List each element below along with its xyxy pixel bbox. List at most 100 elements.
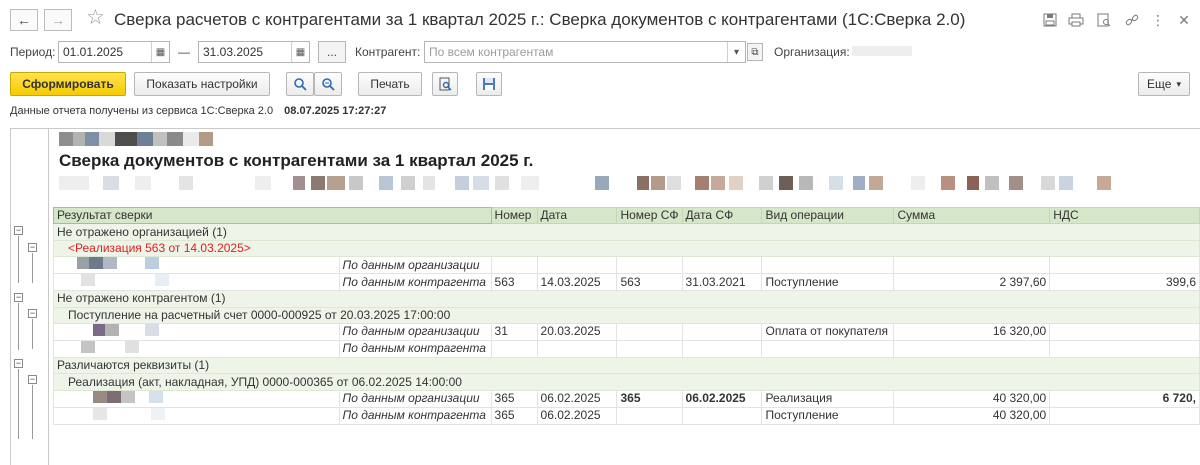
window-title: Сверка расчетов с контрагентами за 1 ква… <box>114 10 966 29</box>
tree-line <box>32 253 33 283</box>
collapse-doc-2[interactable]: − <box>28 309 37 318</box>
table-header: Результат сверки Номер Дата Номер СФ Дат… <box>53 206 1200 225</box>
table-row[interactable]: По данным организации 365 06.02.2025 365… <box>53 389 1200 408</box>
table-row[interactable]: По данным контрагента <box>53 339 1200 358</box>
collapse-doc-1[interactable]: − <box>28 243 37 252</box>
preview-icon[interactable] <box>1094 11 1114 29</box>
operation-cell: Оплата от покупателя <box>761 322 895 341</box>
collapse-group-2[interactable]: − <box>14 293 23 302</box>
more-icon[interactable]: ⋮ <box>1148 11 1168 29</box>
back-button[interactable]: ← <box>10 9 38 31</box>
sf-date-cell <box>681 406 763 425</box>
chevron-down-icon: ▾ <box>1176 78 1181 89</box>
sf-number-cell <box>616 256 683 275</box>
search-button[interactable] <box>286 72 314 96</box>
document-row[interactable]: Реализация (акт, накладная, УПД) 0000-00… <box>53 373 1200 391</box>
sf-date-cell <box>681 339 763 358</box>
calendar-icon[interactable]: ▦ <box>291 42 309 62</box>
link-icon[interactable] <box>1122 11 1142 29</box>
group-label: Не отражено контрагентом (1) <box>53 290 1200 308</box>
col-header-date[interactable]: Дата <box>536 206 618 225</box>
tree-line <box>18 236 19 283</box>
print-icon[interactable] <box>1066 11 1086 29</box>
search-icon <box>294 78 307 91</box>
star-icon[interactable]: ☆ <box>86 6 105 30</box>
table-row[interactable]: По данным организации 31 20.03.2025 Опла… <box>53 322 1200 341</box>
date-cell <box>536 256 618 275</box>
document-label[interactable]: Реализация (акт, накладная, УПД) 0000-00… <box>53 373 1200 391</box>
period-select-button[interactable]: ... <box>318 41 346 63</box>
calendar-icon[interactable]: ▦ <box>151 42 169 62</box>
print-preview-button[interactable] <box>432 72 458 96</box>
blurred-counterparty <box>53 339 340 358</box>
group-row[interactable]: Различаются реквизиты (1) <box>53 356 1200 375</box>
tree-line <box>18 369 19 439</box>
reconciliation-table: Результат сверки Номер Дата Номер СФ Дат… <box>53 206 1200 425</box>
report-title: Сверка документов с контрагентами за 1 к… <box>59 151 534 170</box>
date-from-field[interactable]: 01.01.2025 ▦ <box>58 41 170 63</box>
collapse-group-3[interactable]: − <box>14 359 23 368</box>
save-report-button[interactable] <box>476 72 502 96</box>
organization-label: Организация: <box>774 45 850 59</box>
more-button[interactable]: Еще ▾ <box>1138 72 1190 96</box>
collapse-group-1[interactable]: − <box>14 226 23 235</box>
tree-line <box>18 303 19 350</box>
sf-number-cell: 563 <box>616 273 683 292</box>
counterparty-field[interactable]: По всем контрагентам ▾ <box>424 41 746 63</box>
show-settings-button[interactable]: Показать настройки <box>134 72 270 96</box>
blurred-counterparty <box>53 273 340 292</box>
document-label[interactable]: Поступление на расчетный счет 0000-00092… <box>53 306 1200 324</box>
sf-number-cell <box>616 339 683 358</box>
sum-cell: 2 397,60 <box>893 273 1051 292</box>
col-header-vat[interactable]: НДС <box>1049 206 1200 225</box>
blurred-counterparty <box>53 406 340 425</box>
sf-date-cell: 06.02.2025 <box>681 389 763 408</box>
table-row[interactable]: По данным контрагента 563 14.03.2025 563… <box>53 273 1200 292</box>
document-row[interactable]: Поступление на расчетный счет 0000-00092… <box>53 306 1200 324</box>
col-header-number[interactable]: Номер <box>490 206 538 225</box>
col-header-sf-date[interactable]: Дата СФ <box>681 206 763 225</box>
sf-number-cell <box>616 406 683 425</box>
forward-button[interactable]: → <box>44 9 72 31</box>
chevron-down-icon[interactable]: ▾ <box>727 42 745 62</box>
document-row[interactable]: <Реализация 563 от 14.03.2025> <box>53 239 1200 258</box>
search-cancel-button[interactable] <box>314 72 342 96</box>
col-header-sf-number[interactable]: Номер СФ <box>616 206 683 225</box>
source-cell: По данным организации <box>338 389 492 408</box>
vat-cell <box>1049 339 1200 358</box>
number-cell <box>490 256 538 275</box>
sf-date-cell <box>681 256 763 275</box>
group-label: Различаются реквизиты (1) <box>53 356 1200 375</box>
open-icon[interactable]: ⧉ <box>747 43 763 61</box>
col-header-operation[interactable]: Вид операции <box>761 206 895 225</box>
number-cell: 563 <box>490 273 538 292</box>
arrow-left-icon: ← <box>17 12 31 28</box>
organization-value-blurred <box>852 46 912 56</box>
date-to-field[interactable]: 31.03.2025 ▦ <box>198 41 310 63</box>
print-button[interactable]: Печать <box>358 72 422 96</box>
group-row[interactable]: Не отражено контрагентом (1) <box>53 290 1200 308</box>
col-header-result[interactable]: Результат сверки <box>53 206 492 225</box>
group-row[interactable]: Не отражено организацией (1) <box>53 223 1200 241</box>
group-label: Не отражено организацией (1) <box>53 223 1200 241</box>
col-header-sum[interactable]: Сумма <box>893 206 1051 225</box>
operation-cell <box>761 339 895 358</box>
sf-number-cell: 365 <box>616 389 683 408</box>
blurred-counterparty <box>53 256 340 275</box>
close-icon[interactable]: ✕ <box>1174 11 1194 29</box>
number-cell: 365 <box>490 389 538 408</box>
source-cell: По данным контрагента <box>338 339 492 358</box>
save-icon[interactable] <box>1040 11 1060 29</box>
report-area[interactable]: Сверка документов с контрагентами за 1 к… <box>10 128 1200 465</box>
sum-cell <box>893 339 1051 358</box>
generate-button[interactable]: Сформировать <box>10 72 126 96</box>
date-to-value: 31.03.2025 <box>203 45 264 59</box>
source-cell: По данным организации <box>338 322 492 341</box>
date-from-value: 01.01.2025 <box>63 45 124 59</box>
document-label[interactable]: <Реализация 563 от 14.03.2025> <box>53 239 1200 258</box>
table-row[interactable]: По данным организации <box>53 256 1200 275</box>
source-cell: По данным организации <box>338 256 492 275</box>
date-cell: 20.03.2025 <box>536 322 618 341</box>
collapse-doc-3[interactable]: − <box>28 375 37 384</box>
table-row[interactable]: По данным контрагента 365 06.02.2025 Пос… <box>53 406 1200 425</box>
